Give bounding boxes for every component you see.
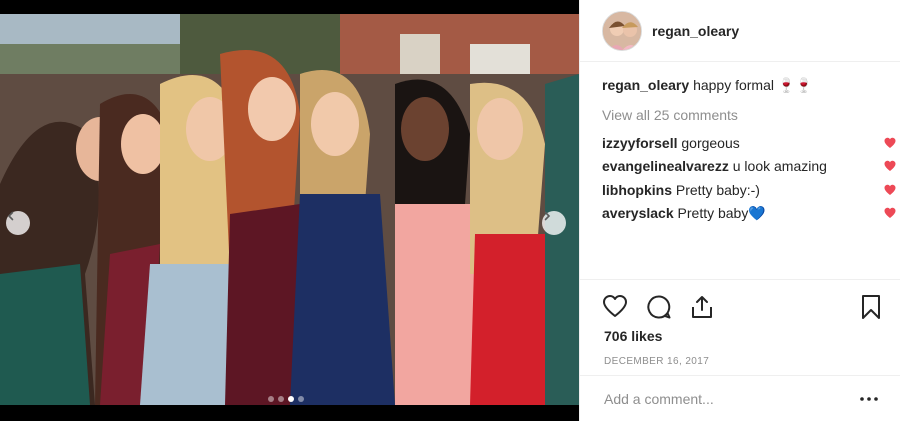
avatar-image	[603, 11, 641, 50]
post-username[interactable]: regan_oleary	[652, 23, 739, 39]
add-comment-input[interactable]	[604, 390, 844, 407]
comment-text: Pretty baby💙	[677, 205, 766, 221]
caption-username[interactable]: regan_oleary	[602, 77, 689, 93]
carousel-prev-button[interactable]	[6, 211, 30, 235]
post-sidebar: regan_oleary regan_oleary happy formal 🍷…	[579, 0, 900, 421]
post-photo[interactable]	[0, 14, 579, 405]
share-arrow-icon[interactable]	[689, 294, 715, 320]
carousel-next-button[interactable]	[542, 211, 566, 235]
carousel-dot[interactable]	[268, 396, 274, 402]
comment-username[interactable]: averyslack	[602, 205, 674, 221]
comment-item: averyslack Pretty baby💙	[602, 204, 896, 228]
chevron-right-icon	[544, 211, 551, 221]
comment-username[interactable]: evangelinealvarezz	[602, 158, 729, 174]
comment-item: izzyyforsell gorgeous	[602, 134, 896, 158]
speech-bubble-icon[interactable]	[646, 294, 672, 320]
heart-outline-icon[interactable]	[602, 294, 628, 320]
likes-count[interactable]: 706 likes	[604, 328, 662, 344]
ellipsis-icon[interactable]	[859, 393, 879, 405]
comment-text: gorgeous	[681, 134, 740, 151]
comment-text: u look amazing	[732, 158, 827, 174]
carousel-dot[interactable]	[278, 396, 284, 402]
comment-item: libhopkins Pretty baby:-)	[602, 181, 896, 205]
comment-username[interactable]: libhopkins	[602, 182, 672, 198]
heart-filled-icon[interactable]	[884, 184, 896, 196]
comment-username[interactable]: izzyyforsell	[602, 135, 677, 151]
bookmark-icon[interactable]	[858, 294, 884, 320]
comments-section: regan_oleary happy formal 🍷🍷 View all 25…	[602, 76, 896, 228]
avatar[interactable]	[602, 10, 642, 51]
post-media	[0, 0, 579, 421]
group-photo-illustration	[0, 14, 579, 405]
comment-text: Pretty baby:-)	[675, 181, 760, 198]
carousel-dot[interactable]	[298, 396, 304, 402]
comment-item: evangelinealvarezz u look amazing	[602, 157, 896, 181]
caption-text: happy formal	[693, 77, 774, 93]
caption: regan_oleary happy formal 🍷🍷	[602, 76, 892, 100]
add-comment-bar	[580, 375, 900, 421]
heart-filled-icon[interactable]	[884, 137, 896, 149]
view-all-comments-link[interactable]: View all 25 comments	[602, 106, 892, 126]
heart-filled-icon[interactable]	[884, 160, 896, 172]
carousel-indicator	[268, 396, 304, 402]
action-bar	[580, 279, 900, 331]
chevron-left-icon	[7, 211, 14, 221]
carousel-dot[interactable]	[288, 396, 294, 402]
post-header: regan_oleary	[580, 0, 900, 62]
caption-emoji: 🍷🍷	[777, 77, 813, 93]
post-date[interactable]: DECEMBER 16, 2017	[604, 356, 709, 367]
comment-list: izzyyforsell gorgeous evangelinealvarezz …	[602, 134, 896, 228]
heart-filled-icon[interactable]	[884, 207, 896, 219]
